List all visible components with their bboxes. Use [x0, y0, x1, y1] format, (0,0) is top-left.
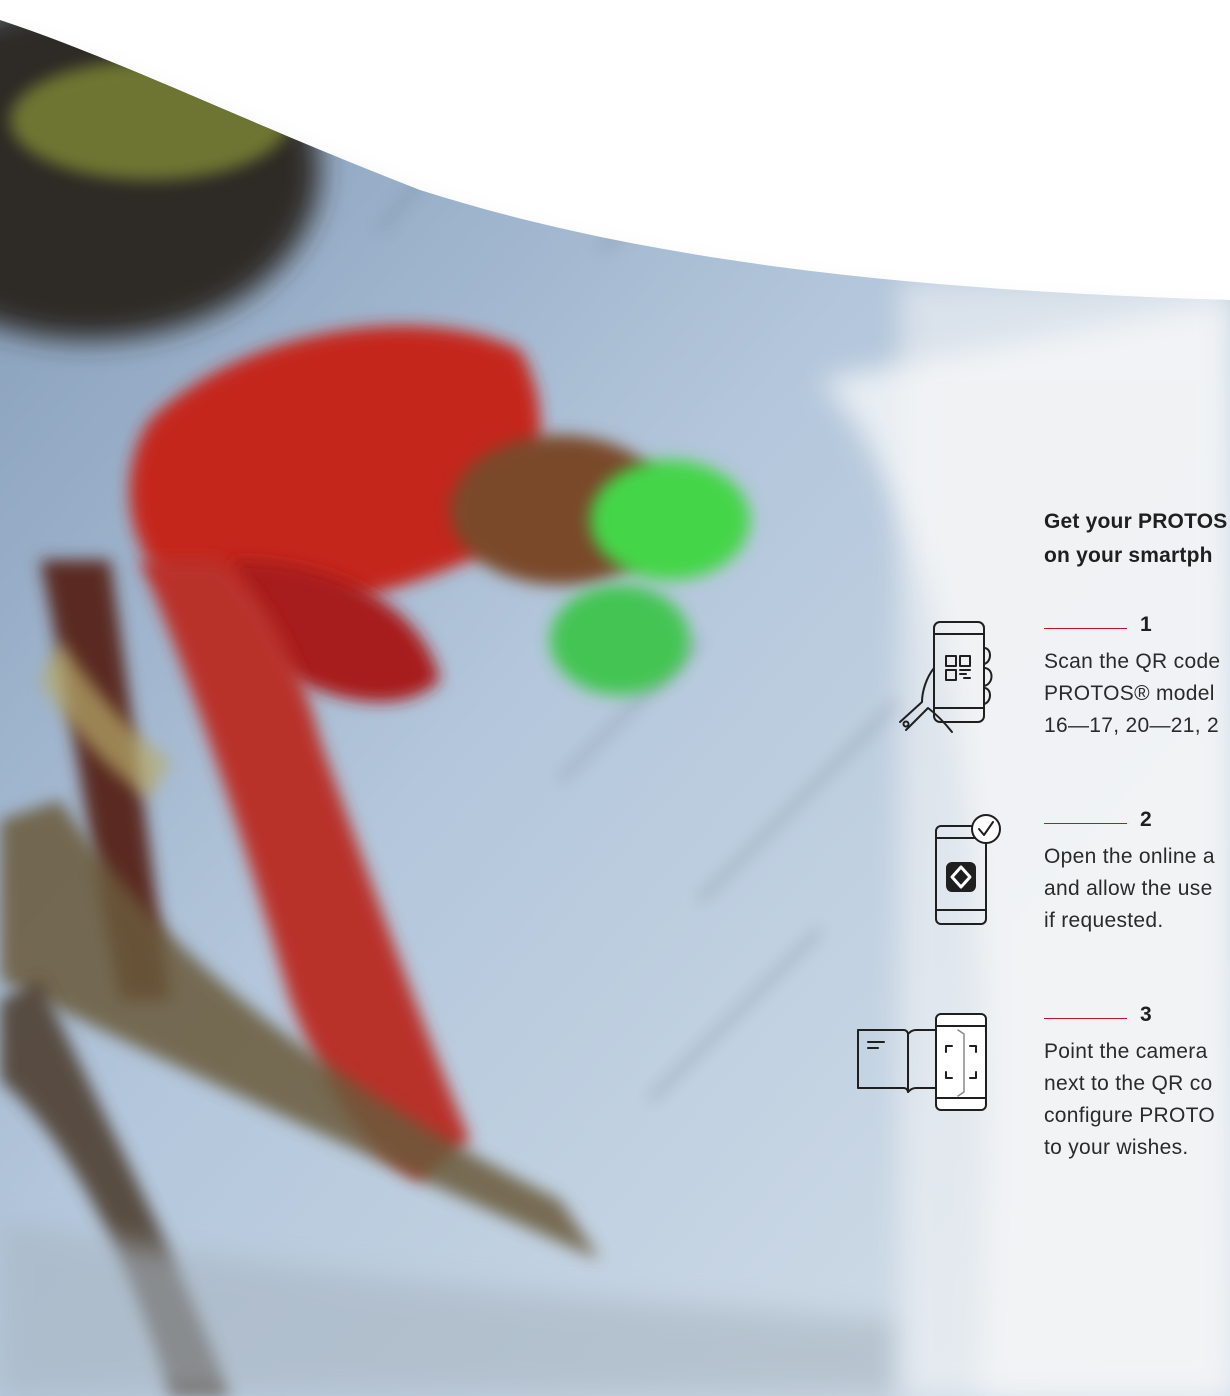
step-3-text-line: configure PROTO: [1044, 1104, 1216, 1127]
step-2-number: 2: [1140, 808, 1152, 831]
phone-app-check-icon: [930, 812, 1010, 933]
step-3-text-line: to your wishes.: [1044, 1136, 1189, 1159]
headline-line-2: on your smartph: [1044, 544, 1213, 567]
step-2-divider: [1044, 823, 1127, 824]
step-1-number: 1: [1140, 613, 1152, 636]
step-3-header: 3: [1044, 1002, 1230, 1028]
ar-instructions-panel: Get your PROTOS on your smartph 1 Scan t…: [1044, 0, 1230, 1396]
step-3-text-line: next to the QR co: [1044, 1072, 1213, 1095]
step-1-text-line: Scan the QR code: [1044, 650, 1221, 673]
headline-line-1: Get your PROTOS: [1044, 510, 1228, 533]
step-1-text-line: 16—17, 20—21, 2: [1044, 714, 1219, 737]
phone-scan-qr-icon: [892, 618, 1002, 747]
step-1-divider: [1044, 628, 1127, 629]
step-1-text-line: PROTOS® model: [1044, 682, 1215, 705]
step-3-number: 3: [1140, 1003, 1152, 1026]
step-1-text: Scan the QR code PROTOS® model 16—17, 20…: [1044, 646, 1230, 742]
step-2-text-line: if requested.: [1044, 909, 1164, 932]
step-1: 1 Scan the QR code PROTOS® model 16—17, …: [1044, 612, 1230, 742]
step-3-text-line: Point the camera: [1044, 1040, 1208, 1063]
panel-headline: Get your PROTOS on your smartph: [1044, 505, 1227, 573]
step-1-header: 1: [1044, 612, 1230, 638]
step-2-header: 2: [1044, 807, 1230, 833]
step-3-divider: [1044, 1018, 1127, 1019]
step-3: 3 Point the camera next to the QR co con…: [1044, 1002, 1230, 1164]
book-phone-camera-icon: [854, 1010, 994, 1121]
step-2-text: Open the online a and allow the use if r…: [1044, 841, 1230, 937]
step-2-text-line: Open the online a: [1044, 845, 1215, 868]
step-2-text-line: and allow the use: [1044, 877, 1213, 900]
step-3-text: Point the camera next to the QR co confi…: [1044, 1036, 1230, 1164]
step-2: 2 Open the online a and allow the use if…: [1044, 807, 1230, 937]
